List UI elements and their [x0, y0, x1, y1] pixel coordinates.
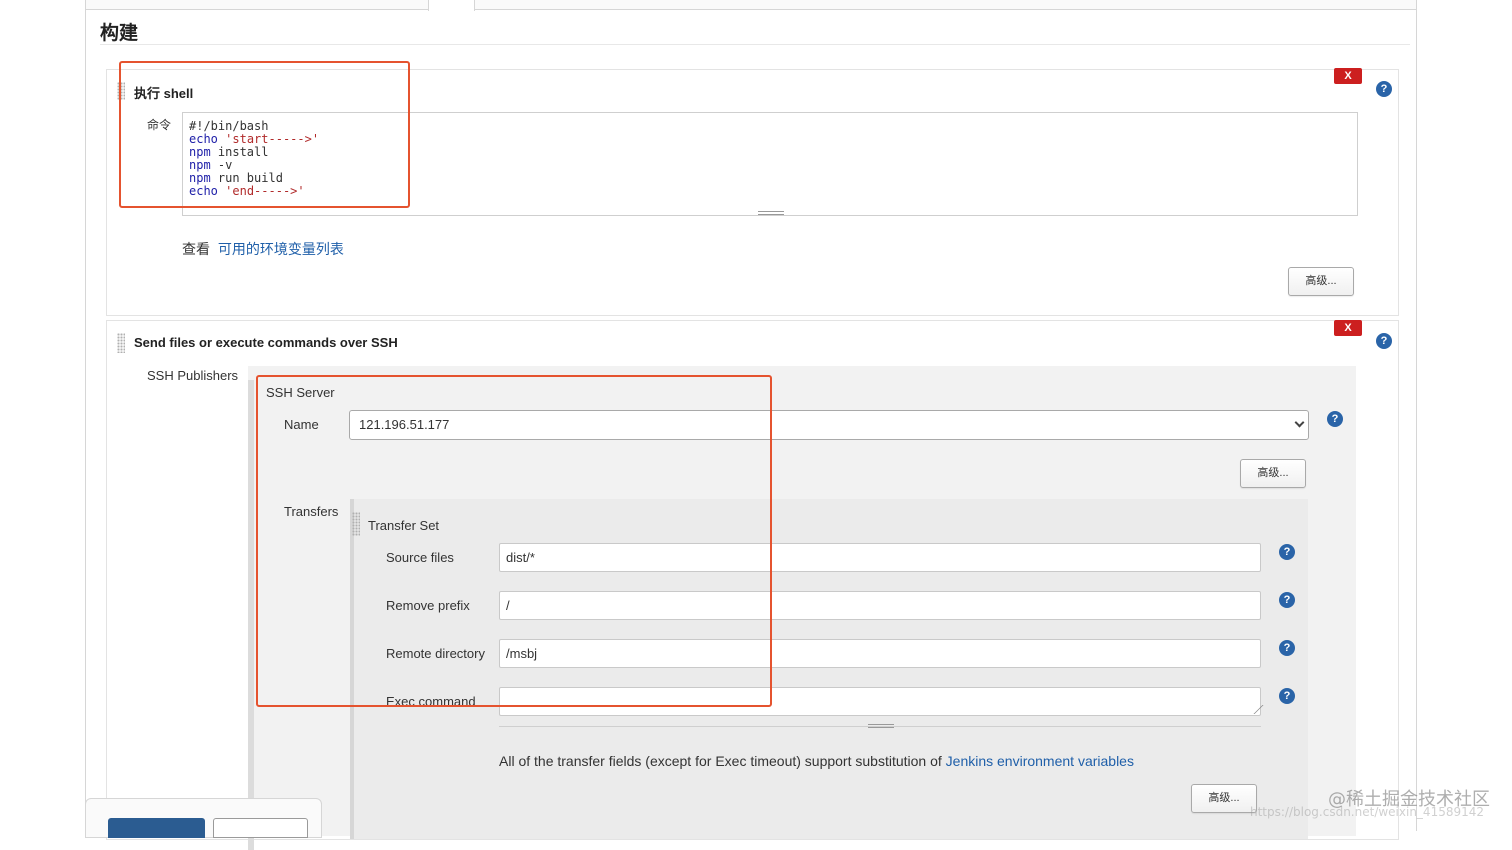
section-divider	[100, 44, 1410, 45]
shell-step-delete-button[interactable]: X	[1334, 68, 1362, 84]
save-button[interactable]	[108, 818, 205, 838]
ssh-name-help-icon[interactable]: ?	[1327, 411, 1343, 427]
transfer-field-help-icon[interactable]: ?	[1279, 544, 1295, 560]
substitution-note: All of the transfer fields (except for E…	[499, 753, 1134, 769]
env-vars-row: 查看 可用的环境变量列表	[182, 239, 344, 259]
shell-editor-resize-grip[interactable]	[758, 211, 784, 215]
top-tab-active[interactable]	[428, 0, 475, 11]
exec-resize-grip[interactable]	[868, 724, 894, 728]
ssh-server-advanced-button[interactable]: 高级...	[1240, 459, 1306, 488]
shell-advanced-button[interactable]: 高级...	[1288, 267, 1354, 296]
watermark-brand: @稀土掘金技术社区	[1328, 789, 1490, 810]
ssh-step-title: Send files or execute commands over SSH	[134, 335, 398, 350]
ssh-step-delete-button[interactable]: X	[1334, 320, 1362, 336]
exec-command-help-icon[interactable]: ?	[1279, 688, 1295, 704]
top-tab-strip	[86, 0, 1416, 10]
ssh-highlight-box	[256, 375, 772, 707]
env-vars-prefix: 查看	[182, 241, 210, 257]
ssh-publishers-label: SSH Publishers	[147, 368, 239, 383]
jenkins-env-vars-link[interactable]: Jenkins environment variables	[946, 753, 1134, 769]
transfer-field-help-icon[interactable]: ?	[1279, 640, 1295, 656]
ssh-step-drag-handle[interactable]	[117, 333, 125, 353]
env-vars-link[interactable]: 可用的环境变量列表	[218, 241, 344, 257]
apply-button[interactable]	[213, 818, 308, 838]
build-section-title: 构建	[100, 22, 139, 44]
substitution-note-text: All of the transfer fields (except for E…	[499, 753, 942, 769]
ssh-server-drag-handle[interactable]	[248, 380, 254, 850]
ssh-step-help-icon[interactable]: ?	[1376, 333, 1392, 349]
shell-highlight-box	[119, 61, 410, 208]
transfer-field-help-icon[interactable]: ?	[1279, 592, 1295, 608]
transfer-advanced-button[interactable]: 高级...	[1191, 784, 1257, 813]
shell-step-help-icon[interactable]: ?	[1376, 81, 1392, 97]
